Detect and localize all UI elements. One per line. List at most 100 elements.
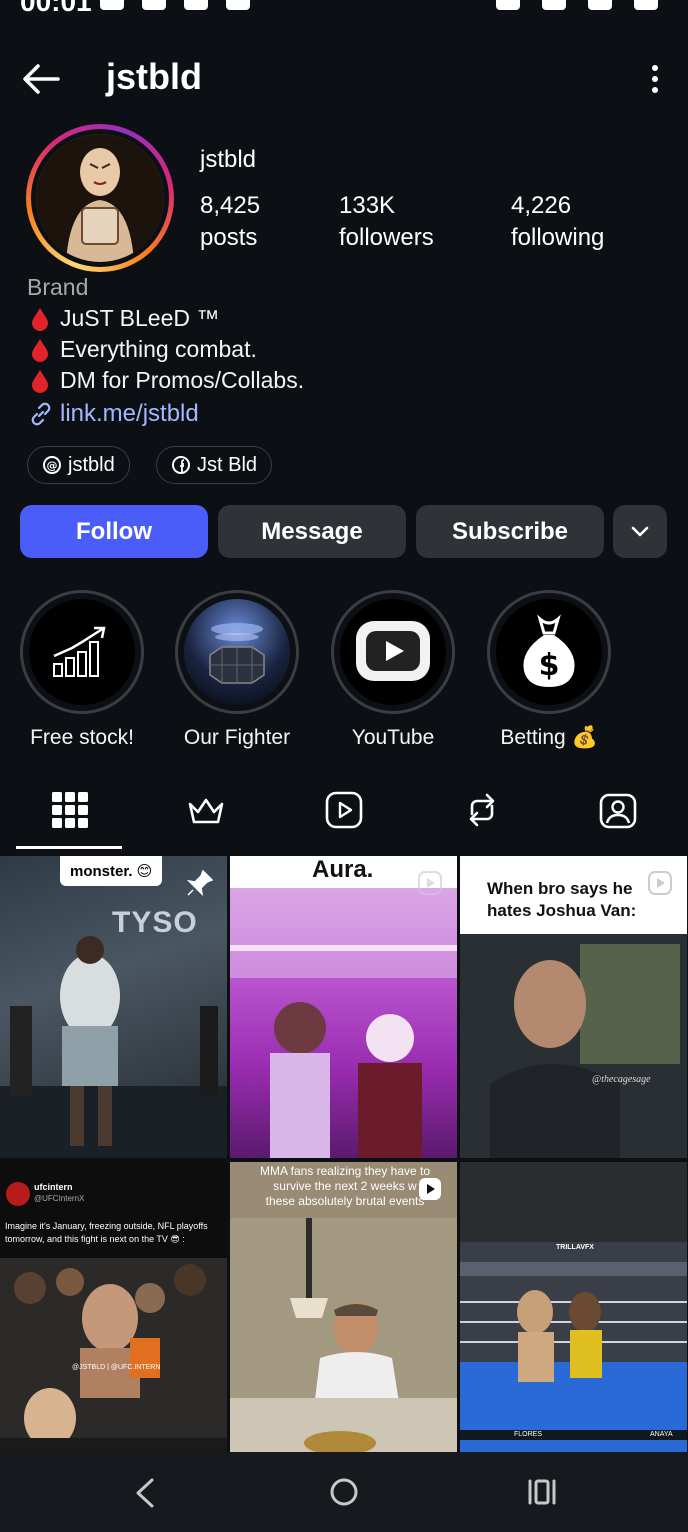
post-thumbnail[interactable]: MMA fans realizing they have to survive … [230, 1162, 457, 1464]
threads-label: jstbld [68, 453, 115, 476]
active-tab-indicator [16, 846, 122, 849]
svg-text:$: $ [539, 648, 560, 683]
suggestions-dropdown-button[interactable] [613, 505, 667, 558]
highlight-free-stock[interactable]: Free stock! [20, 590, 144, 750]
followers-stat[interactable]: 133K followers [339, 190, 434, 254]
followers-count: 133K [339, 192, 396, 219]
reel-badge-icon [648, 871, 672, 895]
post-caption-line: When bro says he [487, 879, 633, 898]
following-label: following [511, 224, 605, 251]
facebook-label: Jst Bld [197, 453, 258, 476]
youtube-icon [356, 621, 430, 681]
blood-drop-icon [32, 338, 48, 362]
highlight-label: Betting 💰 [500, 726, 598, 749]
svg-text:@: @ [47, 459, 58, 472]
highlight-label: Our Fighter [183, 726, 291, 749]
profile-link-text: link.me/jstbld [60, 400, 199, 427]
link-icon [31, 402, 51, 426]
page-title: jstbld [106, 56, 202, 97]
post-image [230, 888, 457, 1158]
blood-drop-icon [32, 369, 48, 393]
follow-button[interactable]: Follow [20, 505, 208, 558]
post-caption-line: these absolutely brutal events [265, 1194, 425, 1208]
money-bag-icon: $ [523, 614, 575, 687]
avatar-image [36, 134, 164, 262]
post-credit: @JSTBLD | @UFC.INTERN [72, 1364, 161, 1371]
post-text: Imagine it's January, freezing outside, … [5, 1220, 208, 1246]
status-bar: 00:01 [0, 0, 688, 18]
post-brand: TRILLAVFX [556, 1244, 594, 1251]
score-right: ANAYA [650, 1431, 673, 1438]
bio-text: Everything combat. [60, 336, 257, 362]
post-watermark: @thecagesage [592, 1074, 651, 1085]
octagon-cage-icon [209, 623, 265, 684]
bio-text: DM for Promos/Collabs. [60, 367, 305, 393]
avatar[interactable] [26, 124, 174, 272]
facebook-chip[interactable]: Jst Bld [156, 446, 273, 484]
profile-username: jstbld [200, 146, 257, 173]
post-overlay-text: TYSO [112, 906, 198, 939]
nav-back-icon[interactable] [132, 1476, 158, 1510]
post-thumbnail[interactable]: monster. 😊 TYSO [0, 856, 227, 1158]
posts-label: posts [200, 224, 258, 251]
crown-icon[interactable] [186, 790, 226, 830]
reposts-icon[interactable] [462, 790, 502, 830]
bio-text: JuST BLeeD ™ [60, 305, 220, 331]
status-icons-left [100, 0, 250, 10]
post-caption-line: survive the next 2 weeks w [273, 1179, 417, 1193]
reels-icon[interactable] [324, 790, 364, 830]
chart-up-icon [53, 626, 106, 677]
system-nav-bar [0, 1452, 688, 1532]
score-left: FLORES [514, 1431, 543, 1438]
pin-icon [186, 869, 214, 897]
post-image [0, 1258, 227, 1464]
post-thumbnail[interactable]: When bro says he hates Joshua Van: @thec… [460, 856, 687, 1158]
post-caption: MMA fans realizing they have to survive … [250, 1164, 440, 1209]
back-arrow-icon[interactable] [20, 58, 62, 100]
profile-category: Brand [27, 274, 89, 300]
more-options-icon[interactable] [650, 64, 660, 94]
nav-recents-icon[interactable] [526, 1476, 558, 1508]
post-thumbnail[interactable]: ufcintern @UFCInternX Imagine it's Janua… [0, 1162, 227, 1464]
post-thumbnail[interactable]: TRILLAVFX FLORES ANAYA [460, 1162, 687, 1464]
highlight-label: YouTube [351, 726, 435, 749]
account-name: ufcintern [34, 1182, 73, 1192]
post-caption: monster. 😊 [60, 856, 163, 886]
account-avatar [6, 1182, 30, 1206]
chevron-down-icon [631, 526, 649, 536]
status-icons-right [496, 0, 658, 10]
threads-chip[interactable]: @ jstbld [27, 446, 130, 484]
bio-line: Everything combat. [30, 336, 257, 363]
highlight-betting[interactable]: $ Betting 💰 [487, 590, 611, 750]
subscribe-button[interactable]: Subscribe [416, 505, 604, 558]
post-caption-line: MMA fans realizing they have to [259, 1164, 431, 1178]
post-text-line: tomorrow, and this fight is next on the … [5, 1234, 185, 1244]
blood-drop-icon [32, 307, 48, 331]
posts-stat: 8,425 posts [200, 190, 260, 254]
post-caption: When bro says he hates Joshua Van: [487, 878, 636, 922]
post-caption-line: hates Joshua Van: [487, 901, 637, 920]
highlight-youtube[interactable]: YouTube [331, 590, 455, 750]
bio-line: DM for Promos/Collabs. [30, 367, 304, 394]
highlight-our-fighter[interactable]: Our Fighter [175, 590, 299, 750]
profile-link[interactable]: link.me/jstbld [28, 400, 199, 428]
post-image [460, 1162, 687, 1464]
tagged-icon[interactable] [598, 790, 638, 830]
bio-line: JuST BLeeD ™ [30, 305, 219, 332]
grid-icon[interactable] [50, 790, 90, 830]
post-caption: Aura. [312, 856, 374, 883]
following-stat[interactable]: 4,226 following [511, 190, 604, 254]
posts-count: 8,425 [200, 192, 261, 219]
highlight-label: Free stock! [30, 726, 134, 749]
post-thumbnail[interactable]: Aura. [230, 856, 457, 1158]
status-time: 00:01 [20, 0, 92, 17]
message-button[interactable]: Message [218, 505, 406, 558]
post-grid: monster. 😊 TYSO Aura. When bro says he h… [0, 856, 688, 1464]
nav-home-icon[interactable] [328, 1476, 360, 1508]
facebook-icon [172, 456, 190, 474]
profile-tabs [0, 780, 688, 852]
followers-label: followers [339, 224, 434, 251]
threads-icon: @ [43, 456, 61, 474]
post-text-line: Imagine it's January, freezing outside, … [5, 1221, 208, 1231]
reel-badge-icon [419, 1178, 441, 1200]
